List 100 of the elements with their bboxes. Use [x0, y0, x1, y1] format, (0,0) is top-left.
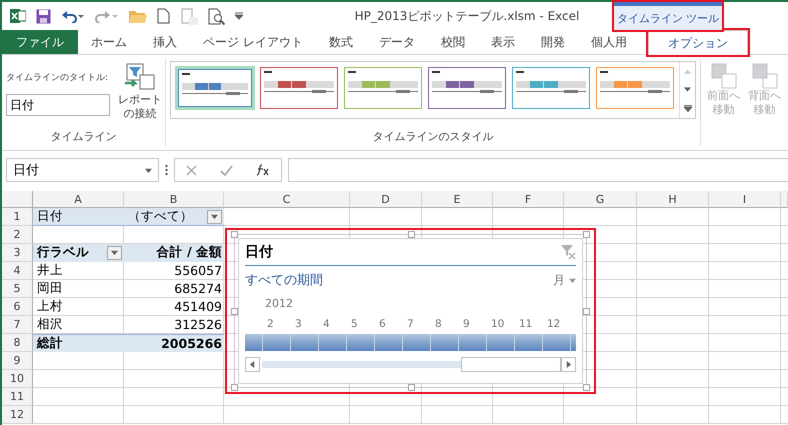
timeline-style-swatch[interactable] — [343, 66, 423, 110]
ribbon-tab[interactable]: データ — [366, 30, 428, 54]
resize-handle[interactable] — [583, 384, 590, 391]
report-connections-button[interactable]: レポート の接続 — [116, 61, 164, 127]
redo-icon[interactable] — [95, 9, 119, 23]
spreadsheet-app-icon[interactable] — [10, 8, 26, 24]
caret-icon — [111, 249, 118, 256]
row-header[interactable]: 11 — [2, 388, 33, 406]
ribbon-tab[interactable]: 挿入 — [140, 30, 190, 54]
ribbon-tab[interactable]: 表示 — [478, 30, 528, 54]
column-header[interactable]: F — [493, 191, 564, 208]
year-label: 2012 — [265, 297, 293, 310]
row-header[interactable]: 5 — [2, 280, 33, 298]
filter-field-label: 日付 — [37, 208, 63, 225]
column-header[interactable]: B — [124, 191, 224, 208]
period-label: すべての期間 — [245, 272, 323, 289]
new-document-icon[interactable] — [157, 8, 170, 24]
column-header[interactable]: E — [422, 191, 493, 208]
resize-handle[interactable] — [583, 231, 590, 238]
row-header[interactable]: 4 — [2, 262, 33, 280]
row-header[interactable]: 7 — [2, 316, 33, 334]
row-header[interactable]: 2 — [2, 226, 33, 244]
ribbon-tab[interactable]: 校閲 — [428, 30, 478, 54]
column-header[interactable] — [781, 191, 788, 208]
timeline-style-swatch[interactable] — [427, 66, 507, 110]
grand-total-value: 2005266 — [161, 336, 222, 350]
month-selection-bar[interactable] — [245, 334, 576, 351]
row-label: 上村 — [37, 298, 63, 315]
more-icon[interactable] — [165, 164, 168, 176]
column-header[interactable]: C — [224, 191, 350, 208]
scroll-thumb[interactable] — [461, 357, 561, 372]
row-header[interactable]: 3 — [2, 244, 33, 262]
ribbon-tab[interactable]: 個人用 — [578, 30, 640, 54]
insert-function-icon[interactable] — [256, 164, 270, 176]
filter-dropdown-button[interactable] — [207, 210, 222, 224]
row-header[interactable]: 6 — [2, 298, 33, 316]
timeline-style-swatch[interactable] — [595, 66, 675, 110]
clear-filter-icon[interactable] — [560, 244, 576, 260]
month-label: 12 — [546, 318, 562, 330]
more-styles-icon[interactable] — [684, 104, 692, 112]
caret-icon — [569, 276, 576, 284]
save-icon[interactable] — [36, 8, 51, 24]
column-header[interactable]: I — [709, 191, 781, 208]
check-icon[interactable] — [220, 164, 233, 176]
value-cell: 451409 — [174, 299, 222, 314]
row-header[interactable]: 1 — [2, 208, 33, 226]
layers-icon — [710, 63, 736, 89]
clipboard-icon[interactable] — [180, 7, 198, 25]
row-header[interactable]: 12 — [2, 406, 33, 424]
scroll-track[interactable] — [262, 361, 461, 368]
folder-icon[interactable] — [129, 9, 147, 23]
contextual-group-label: タイムライン ツール — [616, 10, 720, 26]
cancel-icon[interactable] — [186, 164, 198, 176]
ribbon-tab[interactable]: 開発 — [528, 30, 578, 54]
month-label: 3 — [294, 318, 303, 330]
undo-icon[interactable] — [61, 9, 85, 23]
row-filter-button[interactable] — [107, 246, 122, 260]
file-tab[interactable]: ファイル — [2, 30, 78, 54]
resize-handle[interactable] — [408, 384, 414, 391]
resize-handle[interactable] — [408, 231, 414, 238]
value-header: 合計 / 金額 — [156, 244, 222, 261]
left-arrow-icon — [249, 361, 256, 368]
filter-value: （すべて） — [128, 208, 193, 225]
ribbon-tab[interactable]: オプション — [648, 30, 748, 55]
timeline-style-swatch[interactable] — [259, 66, 339, 110]
column-header[interactable]: A — [33, 191, 124, 208]
resize-handle[interactable] — [231, 308, 238, 315]
month-label: 11 — [518, 318, 534, 330]
grand-total-label: 総計 — [37, 334, 63, 352]
resize-handle[interactable] — [231, 384, 238, 391]
resize-handle[interactable] — [231, 231, 238, 238]
scroll-down-icon[interactable] — [684, 86, 691, 92]
scroll-up-icon[interactable] — [684, 68, 691, 74]
timeline-style-swatch[interactable] — [511, 66, 591, 110]
caret-icon — [211, 213, 218, 220]
row-header[interactable]: 8 — [2, 334, 33, 352]
column-header[interactable]: D — [350, 191, 422, 208]
select-all-button[interactable] — [2, 191, 33, 208]
name-box[interactable]: 日付 — [6, 158, 159, 182]
scroll-right-button[interactable] — [561, 357, 576, 372]
row-header[interactable]: 9 — [2, 352, 33, 370]
ribbon-tab[interactable]: 数式 — [316, 30, 366, 54]
timeline-title-field[interactable]: 日付 — [6, 94, 110, 116]
column-header[interactable]: H — [637, 191, 709, 208]
month-label: 9 — [462, 318, 471, 330]
ribbon-tab[interactable]: ホーム — [78, 30, 140, 54]
customize-caret-icon[interactable] — [235, 12, 243, 20]
time-level-dropdown[interactable]: 月 — [553, 272, 576, 288]
month-label: 8 — [434, 318, 443, 330]
print-preview-icon[interactable] — [208, 8, 225, 24]
ribbon-tab[interactable]: ページ レイアウト — [190, 30, 316, 54]
row-header[interactable]: 10 — [2, 370, 33, 388]
row-label: 相沢 — [37, 316, 63, 333]
formula-input[interactable] — [288, 158, 788, 182]
scroll-left-button[interactable] — [245, 357, 260, 372]
window-title: HP_2013ピボットテーブル.xlsm - Excel — [354, 8, 580, 24]
value-cell: 685274 — [174, 281, 222, 296]
resize-handle[interactable] — [583, 308, 590, 315]
column-header[interactable]: G — [564, 191, 637, 208]
value-cell: 312526 — [174, 317, 222, 332]
